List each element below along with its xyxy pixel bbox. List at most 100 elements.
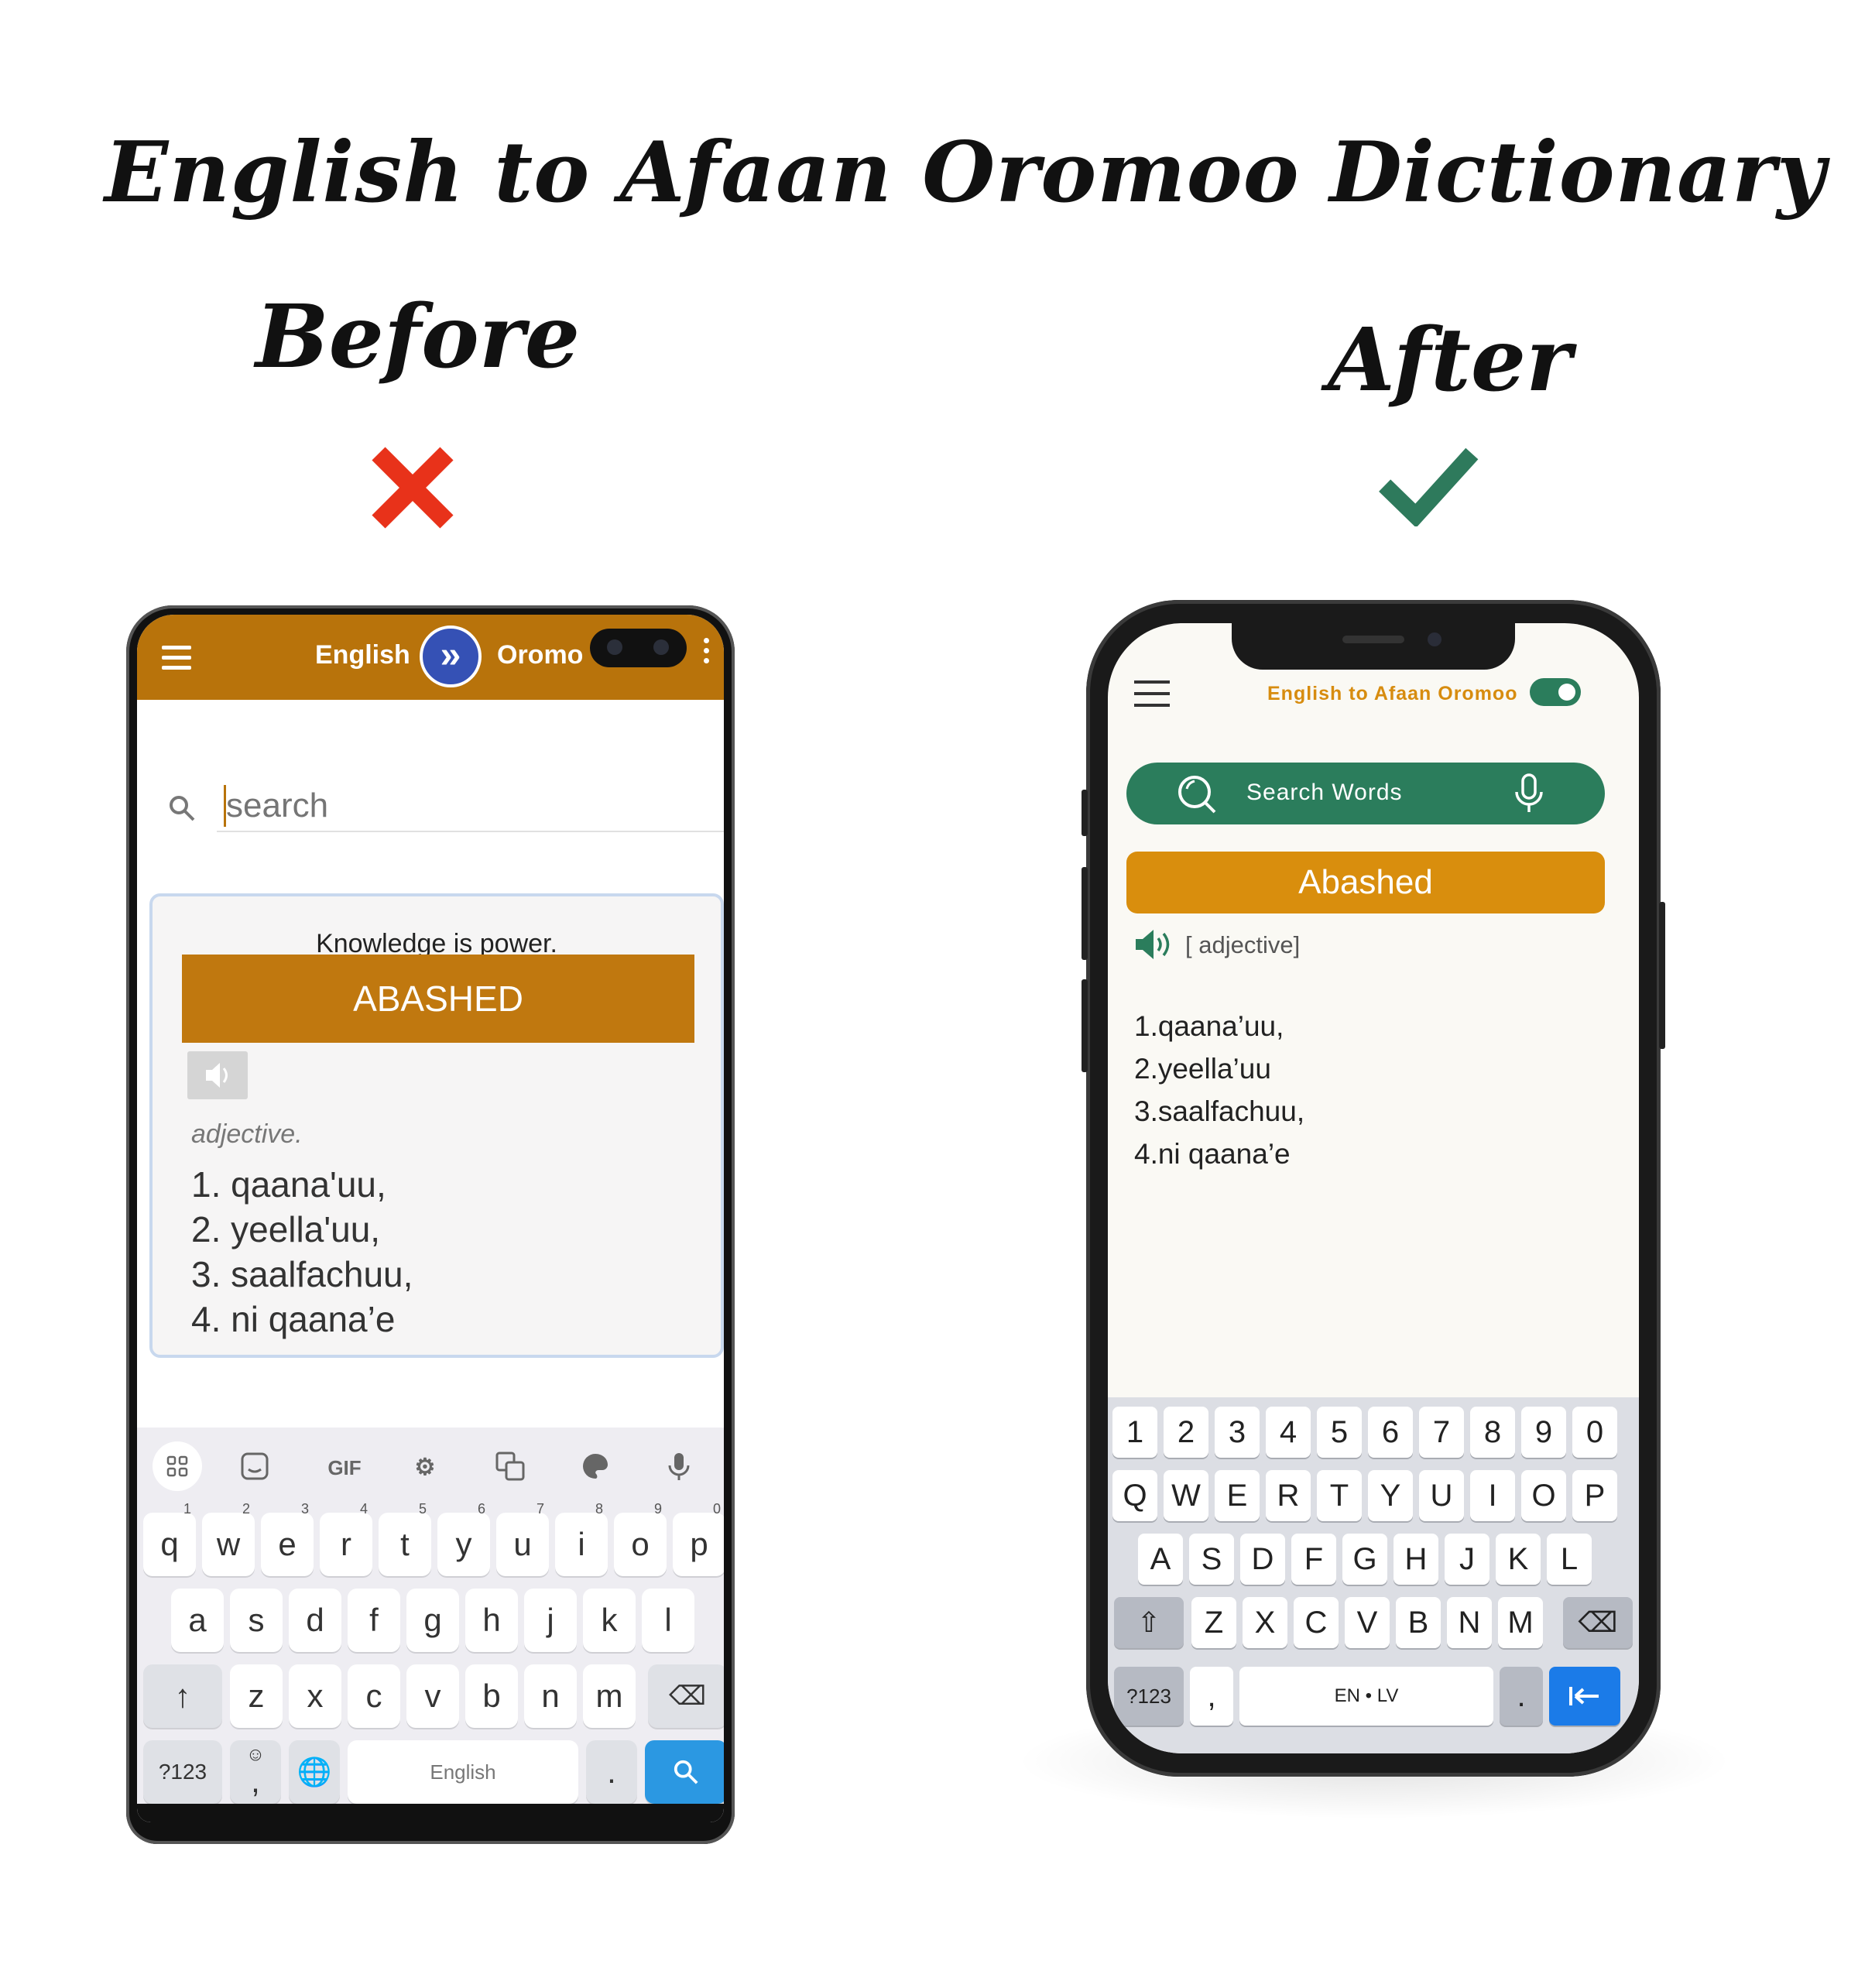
speaker-icon[interactable] <box>1133 927 1174 962</box>
search-key[interactable] <box>645 1740 724 1804</box>
key-x[interactable]: x <box>289 1664 341 1728</box>
speaker-button[interactable] <box>187 1051 248 1099</box>
globe-icon[interactable]: 🌐 <box>289 1740 340 1804</box>
volume-down-button <box>1082 979 1088 1072</box>
menu-icon[interactable] <box>1134 680 1170 715</box>
period-key[interactable]: . <box>1500 1667 1543 1726</box>
sticker-icon[interactable] <box>238 1451 272 1485</box>
key-b[interactable]: b <box>465 1664 518 1728</box>
key-j[interactable]: j <box>524 1589 577 1652</box>
key-o[interactable]: O <box>1521 1470 1566 1521</box>
part-of-speech: adjective. <box>191 1119 303 1149</box>
key-l[interactable]: L <box>1547 1534 1592 1585</box>
key-b[interactable]: B <box>1396 1597 1441 1648</box>
key-o[interactable]: o9 <box>614 1502 667 1576</box>
key-n[interactable]: N <box>1447 1597 1492 1648</box>
symbols-key[interactable]: ?123 <box>1114 1667 1184 1726</box>
key-x[interactable]: X <box>1243 1597 1287 1648</box>
key-h[interactable]: h <box>465 1589 518 1652</box>
key-4[interactable]: 4 <box>1266 1407 1311 1458</box>
shift-key[interactable]: ↑ <box>143 1664 222 1728</box>
notch <box>1232 623 1515 670</box>
key-k[interactable]: K <box>1496 1534 1541 1585</box>
key-e[interactable]: E <box>1215 1470 1260 1521</box>
palette-icon[interactable] <box>578 1451 612 1485</box>
key-5[interactable]: 5 <box>1317 1407 1362 1458</box>
key-m[interactable]: M <box>1498 1597 1543 1648</box>
key-j[interactable]: J <box>1445 1534 1489 1585</box>
enter-key[interactable] <box>1549 1667 1620 1726</box>
key-1[interactable]: 1 <box>1112 1407 1157 1458</box>
backspace-key[interactable]: ⌫ <box>1563 1597 1633 1648</box>
key-0[interactable]: 0 <box>1572 1407 1617 1458</box>
space-key[interactable]: EN • LV <box>1239 1667 1493 1726</box>
key-p[interactable]: p0 <box>673 1502 724 1576</box>
key-v[interactable]: V <box>1345 1597 1390 1648</box>
key-a[interactable]: A <box>1138 1534 1183 1585</box>
key-t[interactable]: t5 <box>379 1502 431 1576</box>
key-v[interactable]: v <box>406 1664 459 1728</box>
key-8[interactable]: 8 <box>1470 1407 1515 1458</box>
period-key[interactable]: . <box>586 1740 637 1804</box>
comma-key[interactable]: , <box>1190 1667 1233 1726</box>
key-g[interactable]: g <box>406 1589 459 1652</box>
key-u[interactable]: u7 <box>496 1502 549 1576</box>
apps-icon[interactable] <box>153 1441 202 1491</box>
key-r[interactable]: r4 <box>320 1502 372 1576</box>
shift-key[interactable]: ⇧ <box>1114 1597 1184 1648</box>
key-i[interactable]: i8 <box>555 1502 608 1576</box>
key-q[interactable]: Q <box>1112 1470 1157 1521</box>
key-n[interactable]: n <box>524 1664 577 1728</box>
key-f[interactable]: f <box>348 1589 400 1652</box>
backspace-key[interactable]: ⌫ <box>648 1664 724 1728</box>
key-i[interactable]: I <box>1470 1470 1515 1521</box>
mic-icon[interactable] <box>662 1451 696 1485</box>
key-7[interactable]: 7 <box>1419 1407 1464 1458</box>
symbols-key[interactable]: ?123 <box>143 1740 222 1804</box>
key-c[interactable]: C <box>1294 1597 1339 1648</box>
space-key[interactable]: English <box>348 1740 578 1804</box>
key-t[interactable]: T <box>1317 1470 1362 1521</box>
translate-icon[interactable] <box>493 1451 527 1485</box>
key-2[interactable]: 2 <box>1164 1407 1208 1458</box>
search-bar[interactable]: Search Words <box>1126 763 1605 824</box>
key-e[interactable]: e3 <box>261 1502 314 1576</box>
key-h[interactable]: H <box>1394 1534 1438 1585</box>
key-s[interactable]: s <box>230 1589 283 1652</box>
key-9[interactable]: 9 <box>1521 1407 1566 1458</box>
key-f[interactable]: F <box>1291 1534 1336 1585</box>
key-l[interactable]: l <box>642 1589 694 1652</box>
key-u[interactable]: U <box>1419 1470 1464 1521</box>
comma-key[interactable]: ☺ , <box>230 1740 281 1804</box>
key-k[interactable]: k <box>583 1589 636 1652</box>
key-6[interactable]: 6 <box>1368 1407 1413 1458</box>
key-w[interactable]: W <box>1164 1470 1208 1521</box>
key-c[interactable]: c <box>348 1664 400 1728</box>
key-w[interactable]: w2 <box>202 1502 255 1576</box>
target-language[interactable]: Oromo <box>497 640 583 670</box>
key-a[interactable]: a <box>171 1589 224 1652</box>
key-3[interactable]: 3 <box>1215 1407 1260 1458</box>
key-z[interactable]: z <box>230 1664 283 1728</box>
gif-button[interactable]: GIF <box>321 1451 368 1485</box>
source-language[interactable]: English <box>315 640 410 670</box>
key-q[interactable]: q1 <box>143 1502 196 1576</box>
key-y[interactable]: Y <box>1368 1470 1413 1521</box>
key-d[interactable]: d <box>289 1589 341 1652</box>
key-p[interactable]: P <box>1572 1470 1617 1521</box>
mic-icon[interactable] <box>1506 770 1552 817</box>
key-r[interactable]: R <box>1266 1470 1311 1521</box>
key-y[interactable]: y6 <box>437 1502 490 1576</box>
more-options-icon[interactable] <box>704 638 710 668</box>
menu-icon[interactable] <box>162 646 191 676</box>
settings-icon[interactable]: ⚙ <box>408 1451 442 1485</box>
search-input[interactable] <box>217 781 724 832</box>
theme-toggle[interactable] <box>1530 678 1581 706</box>
key-m[interactable]: m <box>583 1664 636 1728</box>
double-chevron-right-icon[interactable]: » <box>420 626 482 687</box>
key-g[interactable]: G <box>1342 1534 1387 1585</box>
key-s[interactable]: S <box>1189 1534 1234 1585</box>
key-label: c <box>365 1678 382 1714</box>
key-d[interactable]: D <box>1240 1534 1285 1585</box>
key-z[interactable]: Z <box>1191 1597 1236 1648</box>
